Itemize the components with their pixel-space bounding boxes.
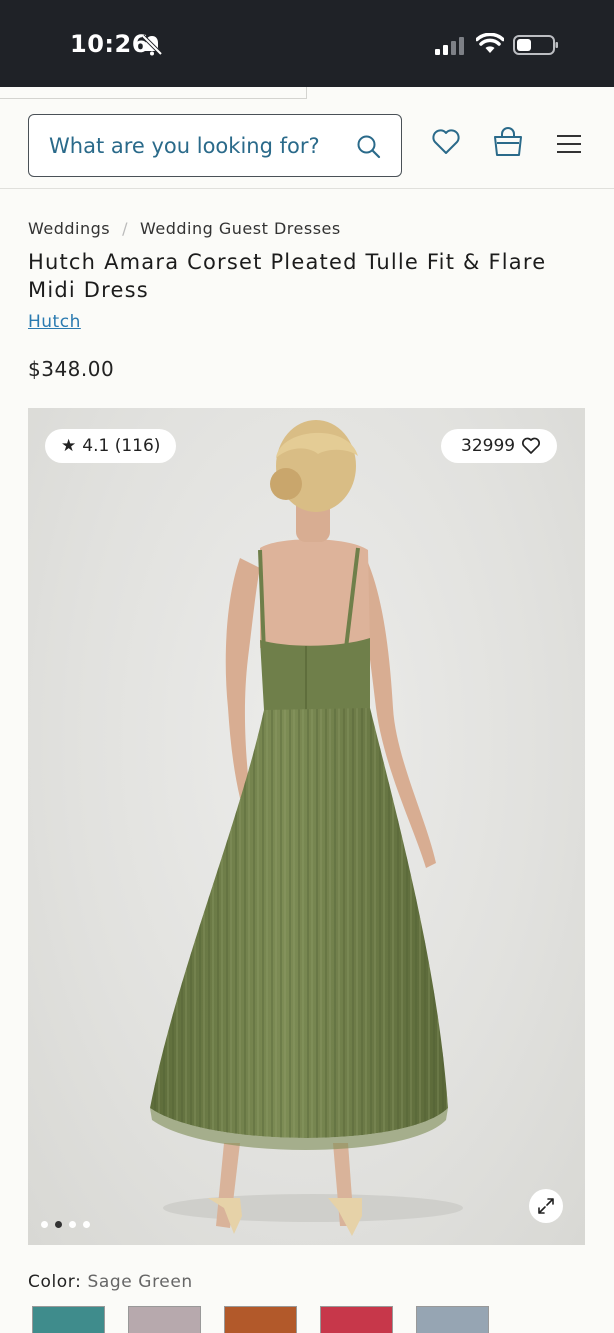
battery-icon (513, 35, 558, 55)
heart-icon (522, 437, 541, 454)
expand-icon (538, 1198, 554, 1214)
product-price: $348.00 (28, 357, 115, 381)
dropdown-edge (0, 87, 307, 99)
signal-icon (435, 37, 464, 55)
pagination-dot[interactable] (41, 1221, 48, 1228)
heart-icon[interactable] (431, 128, 461, 156)
star-icon: ★ (61, 436, 77, 456)
breadcrumb-separator: / (122, 219, 129, 238)
color-swatches (32, 1306, 489, 1333)
color-swatch[interactable] (416, 1306, 489, 1333)
rating-text: 4.1 (116) (82, 436, 161, 456)
search-input[interactable] (49, 130, 349, 162)
status-bar: 10:26 (0, 0, 614, 87)
color-swatch[interactable] (32, 1306, 105, 1333)
color-selector-label: Color: Sage Green (28, 1272, 193, 1292)
image-pagination (41, 1221, 90, 1228)
menu-icon[interactable] (557, 134, 581, 154)
color-swatch[interactable] (224, 1306, 297, 1333)
pagination-dot[interactable] (83, 1221, 90, 1228)
likes-count: 32999 (461, 436, 516, 456)
pagination-dot-active[interactable] (55, 1221, 62, 1228)
rating-badge[interactable]: ★ 4.1 (116) (45, 429, 177, 463)
color-swatch[interactable] (128, 1306, 201, 1333)
brand-link[interactable]: Hutch (28, 312, 81, 332)
bell-muted-icon (141, 34, 163, 56)
search-box[interactable] (28, 114, 402, 177)
color-value: Sage Green (87, 1272, 193, 1292)
breadcrumb-item-wedding-guest-dresses[interactable]: Wedding Guest Dresses (140, 219, 341, 238)
expand-image-button[interactable] (529, 1189, 563, 1223)
header-divider (0, 188, 614, 189)
breadcrumb-item-weddings[interactable]: Weddings (28, 219, 110, 238)
wifi-icon (476, 33, 504, 53)
color-label: Color: (28, 1272, 82, 1292)
dress-model-image (150, 420, 463, 1236)
search-icon[interactable] (356, 134, 382, 160)
bag-icon[interactable] (492, 126, 524, 158)
product-title: Hutch Amara Corset Pleated Tulle Fit & F… (28, 250, 547, 302)
product-image[interactable]: ★ 4.1 (116) 32999 (28, 408, 585, 1245)
color-swatch[interactable] (320, 1306, 393, 1333)
likes-button[interactable]: 32999 (441, 429, 558, 463)
breadcrumb: Weddings / Wedding Guest Dresses (28, 219, 341, 238)
pagination-dot[interactable] (69, 1221, 76, 1228)
status-time: 10:26 (70, 30, 149, 58)
